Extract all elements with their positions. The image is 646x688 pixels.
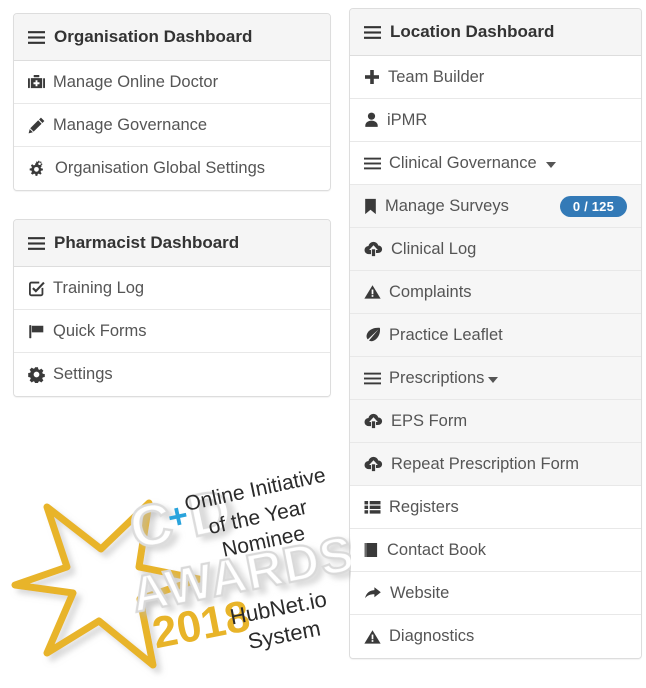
pencil-icon <box>28 117 45 134</box>
list-item-label: Clinical Log <box>391 239 477 258</box>
list-item-diagnostics[interactable]: Diagnostics <box>350 615 641 658</box>
bars-icon <box>364 155 381 172</box>
organisation-dashboard-list: Manage Online Doctor Manage Governance O… <box>14 61 330 190</box>
list-item-label: Clinical Governance <box>389 153 537 172</box>
cd-awards-2018-logo: C + D AWARDS 2018 Online Initiative of t… <box>3 457 351 687</box>
warning-icon <box>364 284 381 300</box>
cog-icon <box>28 366 45 383</box>
cloud-upload-icon <box>364 413 383 429</box>
list-item-clinical-governance[interactable]: Clinical Governance <box>350 142 641 185</box>
pharmacist-dashboard-panel: Pharmacist Dashboard Training Log Quick … <box>13 219 331 397</box>
list-item-contact-book[interactable]: Contact Book <box>350 529 641 572</box>
bookmark-icon <box>364 198 377 215</box>
list-icon <box>364 499 381 515</box>
list-item-ipmr[interactable]: iPMR <box>350 99 641 142</box>
panel-title: Pharmacist Dashboard <box>54 233 240 252</box>
list-item-label: Team Builder <box>388 67 485 86</box>
panel-title: Organisation Dashboard <box>54 27 253 46</box>
award-logo-svg: C + D AWARDS 2018 Online Initiative of t… <box>11 464 351 669</box>
list-item-website[interactable]: Website <box>350 572 641 615</box>
list-item-label: Complaints <box>389 282 472 301</box>
book-icon <box>364 542 379 558</box>
list-item-complaints[interactable]: Complaints <box>350 271 641 314</box>
pharmacist-dashboard-list: Training Log Quick Forms Settings <box>14 267 330 396</box>
list-item-clinical-log[interactable]: Clinical Log <box>350 228 641 271</box>
flag-icon <box>28 323 45 340</box>
bars-icon <box>364 24 381 41</box>
right-column: Location Dashboard Team Builder iPMR Cli… <box>349 8 642 687</box>
list-item-prescriptions[interactable]: Prescriptions <box>350 357 641 400</box>
list-item-quick-forms[interactable]: Quick Forms <box>14 310 330 353</box>
list-item-label: Quick Forms <box>53 321 147 340</box>
user-icon <box>364 112 379 128</box>
bars-icon <box>28 29 45 46</box>
medkit-icon <box>28 74 45 91</box>
survey-count-badge: 0 / 125 <box>559 195 627 217</box>
list-item-label: EPS Form <box>391 411 468 430</box>
list-item-eps-form[interactable]: EPS Form <box>350 400 641 443</box>
list-item-registers[interactable]: Registers <box>350 486 641 529</box>
list-item-label: Repeat Prescription Form <box>391 454 579 473</box>
cloud-upload-icon <box>364 456 383 472</box>
list-item-label: Prescriptions <box>389 368 485 387</box>
list-item-training-log[interactable]: Training Log <box>14 267 330 310</box>
list-item-label: Website <box>390 583 450 602</box>
list-item-repeat-prescription-form[interactable]: Repeat Prescription Form <box>350 443 641 486</box>
list-item-manage-surveys[interactable]: Manage Surveys 0 / 125 <box>350 185 641 228</box>
organisation-dashboard-panel: Organisation Dashboard Manage Online Doc… <box>13 13 331 191</box>
list-item-manage-governance[interactable]: Manage Governance <box>14 104 330 147</box>
list-item-label: iPMR <box>387 110 428 129</box>
dashboard-page: Organisation Dashboard Manage Online Doc… <box>0 0 646 688</box>
list-item-label: Training Log <box>53 278 145 297</box>
list-item-label: Registers <box>389 497 459 516</box>
plus-icon <box>364 69 380 85</box>
pharmacist-dashboard-heading: Pharmacist Dashboard <box>14 220 330 267</box>
location-dashboard-panel: Location Dashboard Team Builder iPMR Cli… <box>349 8 642 659</box>
chevron-down-icon[interactable] <box>545 162 556 168</box>
leaf-icon <box>364 327 381 343</box>
list-item-settings[interactable]: Settings <box>14 353 330 396</box>
share-arrow-icon <box>364 585 382 601</box>
panel-title: Location Dashboard <box>390 22 555 41</box>
bars-icon <box>364 370 381 387</box>
list-item-label: Diagnostics <box>389 627 475 645</box>
warning-icon <box>364 629 381 645</box>
list-item-manage-online-doctor[interactable]: Manage Online Doctor <box>14 61 330 104</box>
list-item-practice-leaflet[interactable]: Practice Leaflet <box>350 314 641 357</box>
check-square-icon <box>28 280 45 297</box>
list-item-label: Organisation Global Settings <box>55 159 266 177</box>
bars-icon <box>28 235 45 252</box>
list-item-label: Manage Surveys <box>385 196 509 215</box>
list-item-organisation-global-settings[interactable]: Organisation Global Settings <box>14 147 330 190</box>
list-item-label: Contact Book <box>387 540 487 559</box>
location-dashboard-list: Team Builder iPMR Clinical Governance Ma… <box>350 56 641 658</box>
list-item-label: Manage Online Doctor <box>53 72 219 91</box>
location-dashboard-heading: Location Dashboard <box>350 9 641 56</box>
chevron-down-icon[interactable] <box>488 377 499 383</box>
left-column: Organisation Dashboard Manage Online Doc… <box>11 13 351 669</box>
list-item-label: Settings <box>53 365 113 383</box>
list-item-label: Practice Leaflet <box>389 325 503 344</box>
cloud-upload-icon <box>364 241 383 257</box>
list-item-label: Manage Governance <box>53 115 208 134</box>
cogs-icon <box>28 160 47 177</box>
list-item-team-builder[interactable]: Team Builder <box>350 56 641 99</box>
organisation-dashboard-heading: Organisation Dashboard <box>14 14 330 61</box>
